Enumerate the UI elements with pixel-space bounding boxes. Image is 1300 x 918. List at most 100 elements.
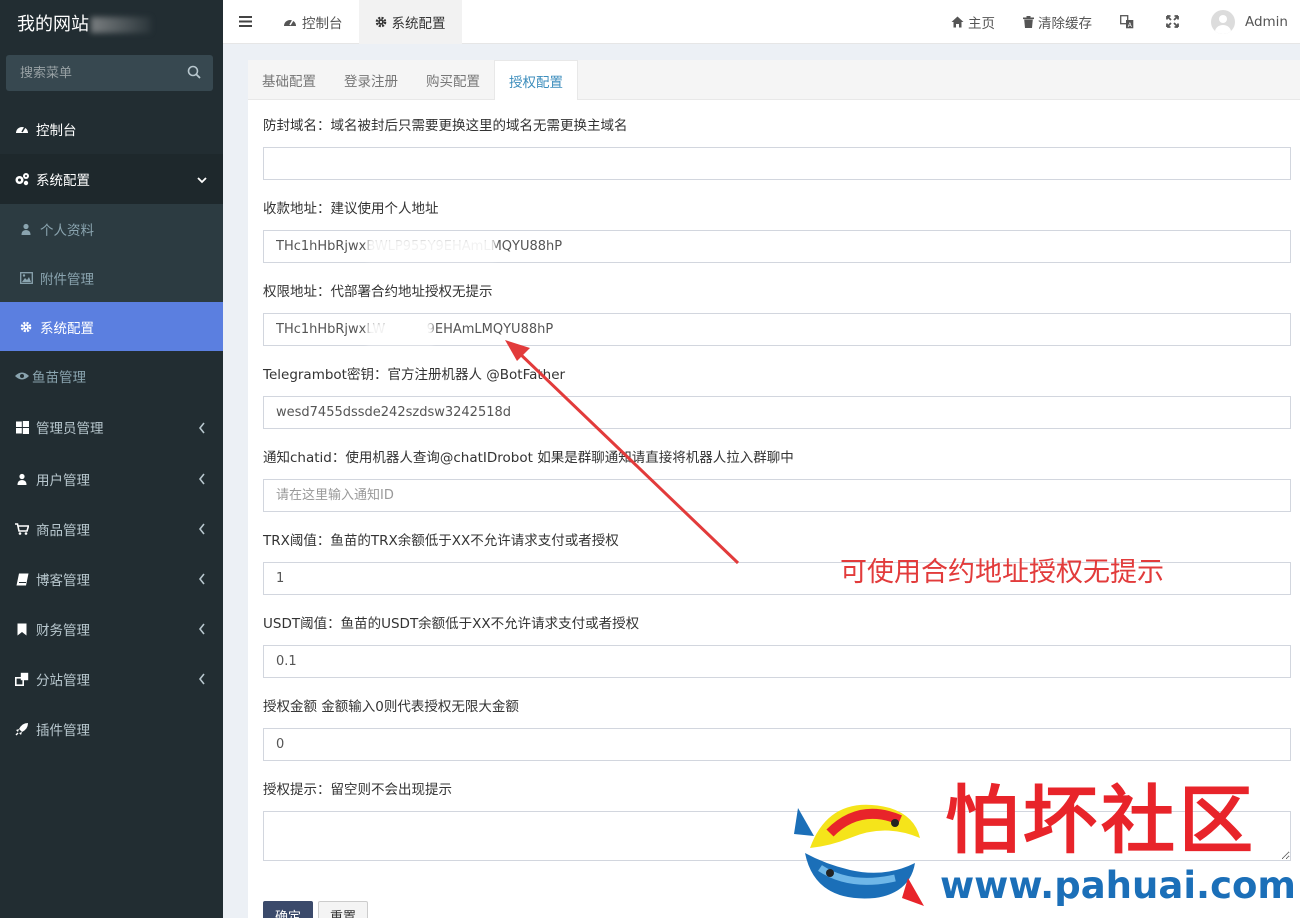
redaction-blur: [367, 322, 433, 344]
navbar-right: 主页 清除缓存 A Admin: [937, 0, 1300, 44]
field-notify-chatid: 通知chatid：使用机器人查询@chatIDrobot 如果是群聊通知请直接将…: [263, 447, 1291, 512]
field-label: 防封域名：域名被封后只需要更换这里的域名无需更换主域名: [263, 118, 628, 134]
field-backup-domain: 防封域名：域名被封后只需要更换这里的域名无需更换主域名: [263, 115, 1291, 180]
home-link-label: 主页: [967, 15, 995, 32]
config-form: 防封域名：域名被封后只需要更换这里的域名无需更换主域名 收款地址：建议使用个人地…: [248, 100, 1300, 861]
usdt-threshold-input[interactable]: [263, 645, 1291, 678]
sidebar-submenu: 个人资料 附件管理 系统配置 鱼苗管理: [0, 204, 223, 400]
field-label: TRX阈值：鱼苗的TRX余额低于XX不允许请求支付或者授权: [263, 533, 619, 549]
user-icon: [18, 221, 34, 237]
field-telegram-bot-key: Telegrambot密钥：官方注册机器人 @BotFather: [263, 364, 1291, 429]
sidebar-item-attachments[interactable]: 附件管理: [0, 253, 223, 302]
sidebar-item-label: 鱼苗管理: [32, 369, 86, 386]
top-navbar: 控制台 系统配置 主页 清除缓存 A Admin: [223, 0, 1300, 44]
tab-dashboard[interactable]: 控制台: [267, 0, 359, 44]
redaction-blur: [367, 238, 495, 260]
sidebar-item-label: 控制台: [36, 123, 77, 139]
chevron-left-icon: [198, 523, 205, 535]
clear-cache-link[interactable]: 清除缓存: [1009, 0, 1106, 44]
tab-login-register[interactable]: 登录注册: [330, 60, 412, 99]
chevron-down-icon: [197, 177, 207, 184]
tab-purchase-config[interactable]: 购买配置: [412, 60, 494, 99]
chevron-left-icon: [198, 623, 205, 635]
sidebar-item-label: 商品管理: [36, 523, 90, 539]
tab-authorization-config[interactable]: 授权配置: [494, 60, 578, 100]
tab-label: 系统配置: [391, 15, 446, 32]
avatar: [1210, 9, 1235, 34]
tab-basic-config[interactable]: 基础配置: [248, 60, 330, 99]
sidebar-item-label: 分站管理: [36, 673, 90, 689]
sidebar-item-label: 插件管理: [36, 723, 90, 739]
chevron-left-icon: [198, 473, 205, 485]
sidebar-item-blog-management[interactable]: 博客管理: [0, 554, 223, 604]
sidebar-item-substation-management[interactable]: 分站管理: [0, 654, 223, 704]
menu-search-input[interactable]: [6, 55, 213, 91]
sidebar: 我的网站 控制台 系统配置 个人资料 附件管理 系统配置: [0, 0, 223, 918]
field-label: 通知chatid：使用机器人查询@chatIDrobot 如果是群聊通知请直接将…: [263, 450, 794, 466]
cart-icon: [14, 521, 30, 537]
tab-label: 控制台: [302, 15, 343, 32]
sidebar-item-finance-management[interactable]: 财务管理: [0, 604, 223, 654]
notify-chatid-input[interactable]: [263, 479, 1291, 512]
windows-icon: [14, 419, 30, 435]
menu-search: [6, 55, 213, 91]
clear-cache-label: 清除缓存: [1037, 15, 1092, 32]
annotation-text: 可使用合约地址授权无提示: [840, 557, 1164, 588]
chevron-left-icon: [198, 573, 205, 585]
sidebar-item-system-config[interactable]: 系统配置: [0, 154, 223, 204]
site-logo[interactable]: 我的网站: [0, 0, 223, 44]
fullscreen-button[interactable]: [1152, 0, 1197, 44]
sidebar-item-admin-management[interactable]: 管理员管理: [0, 400, 223, 454]
user-menu[interactable]: Admin: [1197, 0, 1300, 44]
field-label: 权限地址：代部署合约地址授权无提示: [263, 284, 493, 300]
user-icon: [14, 471, 30, 487]
field-authorization-amount: 授权金额 金额输入0则代表授权无限大金额: [263, 696, 1291, 761]
user-name: Admin: [1244, 13, 1288, 30]
config-tabs: 基础配置 登录注册 购买配置 授权配置: [248, 60, 1300, 100]
gear-icon: [375, 16, 386, 27]
watermark-title: 怕坏社区: [945, 778, 1257, 864]
sidebar-item-product-management[interactable]: 商品管理: [0, 504, 223, 554]
telegram-bot-key-input[interactable]: [263, 396, 1291, 429]
translate-icon: A: [1120, 14, 1134, 28]
book-icon: [14, 571, 30, 587]
logo-redaction: [91, 17, 151, 33]
watermark: 怕坏社区 www.pahuai.com: [790, 776, 1296, 918]
watermark-url: www.pahuai.com: [940, 864, 1296, 907]
sidebar-item-fish-management[interactable]: 鱼苗管理: [0, 351, 223, 400]
sidebar-item-label: 财务管理: [36, 623, 90, 639]
fish-logo-icon: [794, 804, 924, 906]
translate-button[interactable]: A: [1106, 0, 1152, 44]
sidebar-item-plugin-management[interactable]: 插件管理: [0, 704, 223, 754]
eye-icon: [14, 368, 30, 384]
sidebar-item-label: 用户管理: [36, 473, 90, 489]
fullscreen-icon: [1166, 15, 1179, 28]
sidebar-item-dashboard[interactable]: 控制台: [0, 104, 223, 154]
home-icon: [951, 16, 964, 27]
gear-icon: [18, 319, 34, 335]
reset-button[interactable]: 重置: [318, 901, 369, 918]
sidebar-item-system-settings[interactable]: 系统配置: [0, 302, 223, 351]
bookmark-icon: [14, 621, 30, 637]
field-usdt-threshold: USDT阈值：鱼苗的USDT余额低于XX不允许请求支付或者授权: [263, 613, 1291, 678]
sidebar-item-profile[interactable]: 个人资料: [0, 204, 223, 253]
submit-button[interactable]: 确定: [263, 901, 314, 918]
chevron-left-icon: [198, 422, 205, 434]
sidebar-item-label: 系统配置: [40, 320, 94, 337]
field-label: 收款地址：建议使用个人地址: [263, 201, 439, 217]
backup-domain-input[interactable]: [263, 147, 1291, 180]
field-label: Telegrambot密钥：官方注册机器人 @BotFather: [263, 367, 566, 383]
rocket-icon: [14, 721, 30, 737]
dashboard-icon: [284, 19, 296, 26]
authorization-amount-input[interactable]: [263, 728, 1291, 761]
chevron-left-icon: [198, 673, 205, 685]
home-link[interactable]: 主页: [937, 0, 1009, 44]
tab-system-config[interactable]: 系统配置: [358, 0, 462, 44]
sidebar-toggle-button[interactable]: [223, 0, 267, 44]
form-buttons: 确定 重置: [263, 901, 369, 918]
hamburger-icon: [238, 16, 252, 27]
clone-icon: [14, 671, 30, 687]
sidebar-item-label: 管理员管理: [36, 421, 104, 437]
search-icon[interactable]: [187, 65, 201, 79]
sidebar-item-user-management[interactable]: 用户管理: [0, 454, 223, 504]
